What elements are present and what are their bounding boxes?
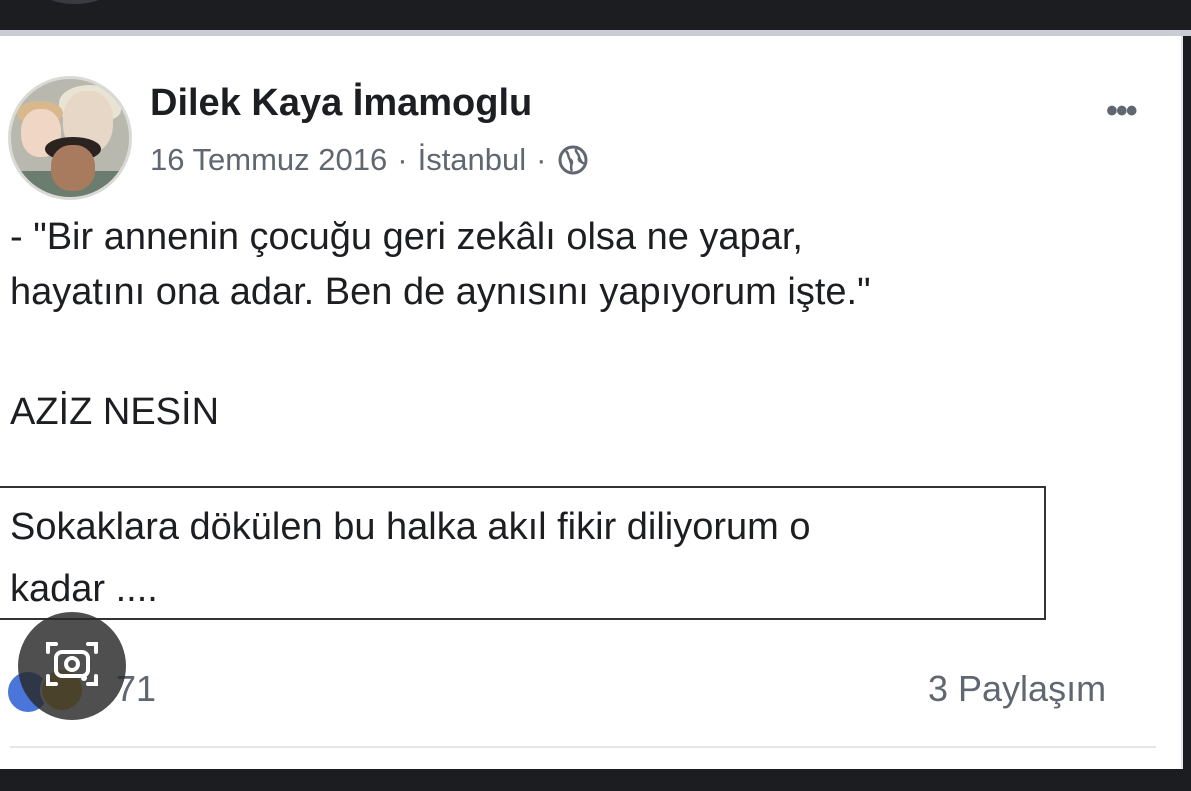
post-signature: AZİZ NESİN <box>10 391 220 433</box>
post-body-line-1: - "Bir annenin çocuğu geri zekâlı olsa n… <box>10 216 803 258</box>
comment-line-2: kadar .... <box>10 568 158 610</box>
footer-divider <box>10 746 1156 748</box>
author-name[interactable]: Dilek Kaya İmamoglu <box>150 82 532 125</box>
meta-separator: · <box>397 142 408 177</box>
post-body-line-2: hayatını ona adar. Ben de aynısını yapıy… <box>10 271 871 313</box>
right-edge-strip <box>1183 36 1191 769</box>
post-location[interactable]: İstanbul <box>418 142 527 178</box>
globe-icon[interactable] <box>558 145 588 175</box>
more-options-button[interactable]: ••• <box>1106 92 1138 131</box>
meta-separator-2: · <box>536 142 547 177</box>
post-meta: 16 Temmuz 2016 · İstanbul · <box>150 142 588 178</box>
share-count[interactable]: 3 Paylaşım <box>928 668 1106 710</box>
top-edge-blob <box>40 0 110 4</box>
post-date[interactable]: 16 Temmuz 2016 <box>150 142 387 178</box>
comment-line-1: Sokaklara dökülen bu halka akıl fikir di… <box>10 506 811 548</box>
post-card: Dilek Kaya İmamoglu 16 Temmuz 2016 · İst… <box>0 36 1183 769</box>
bottom-dark-bar <box>0 769 1191 791</box>
avatar[interactable] <box>8 76 132 200</box>
camera-search-button[interactable] <box>18 612 126 720</box>
camera-search-icon <box>42 638 102 695</box>
top-dark-bar <box>0 0 1191 30</box>
